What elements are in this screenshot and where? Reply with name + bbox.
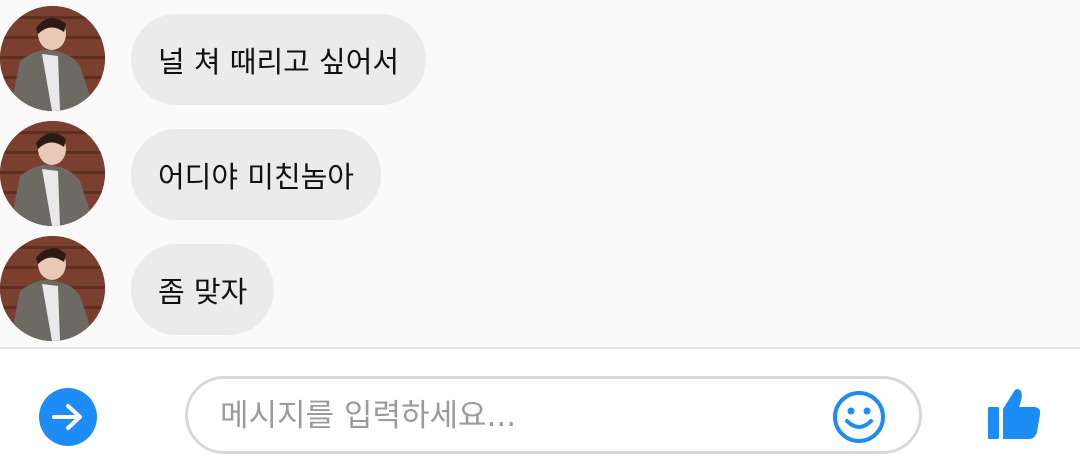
message-input-box[interactable]	[185, 376, 922, 454]
message-bubble[interactable]: 좀 맞자	[131, 244, 275, 335]
message-text: 좀 맞자	[158, 274, 248, 309]
avatar-photo	[0, 6, 105, 111]
message-row: 널 쳐 때리고 싶어서	[0, 6, 1080, 111]
message-input[interactable]	[218, 389, 822, 443]
avatar-photo	[0, 236, 105, 341]
message-composer	[0, 349, 1080, 475]
chat-screen: 널 쳐 때리고 싶어서 어디야 미친놈아 좀 맞자 메시지를 입력하세요...	[0, 0, 1080, 475]
thumbs-up-icon	[988, 389, 1041, 439]
like-button[interactable]	[985, 385, 1043, 443]
avatar[interactable]	[0, 6, 105, 111]
avatar[interactable]	[0, 121, 105, 226]
message-row: 어디야 미친놈아	[0, 121, 1080, 226]
message-bubble[interactable]: 널 쳐 때리고 싶어서	[131, 14, 427, 105]
send-button[interactable]	[39, 388, 97, 446]
arrow-right-circle-icon	[52, 404, 82, 430]
message-text: 널 쳐 때리고 싶어서	[158, 44, 400, 79]
message-text: 어디야 미친놈아	[158, 159, 354, 194]
avatar[interactable]	[0, 236, 105, 341]
avatar-photo	[0, 121, 105, 226]
message-row: 좀 맞자	[0, 236, 1080, 341]
smiley-icon	[833, 391, 885, 443]
message-bubble[interactable]: 어디야 미친놈아	[131, 129, 381, 220]
emoji-button[interactable]	[831, 389, 887, 445]
message-list[interactable]: 널 쳐 때리고 싶어서 어디야 미친놈아 좀 맞자	[0, 0, 1080, 347]
